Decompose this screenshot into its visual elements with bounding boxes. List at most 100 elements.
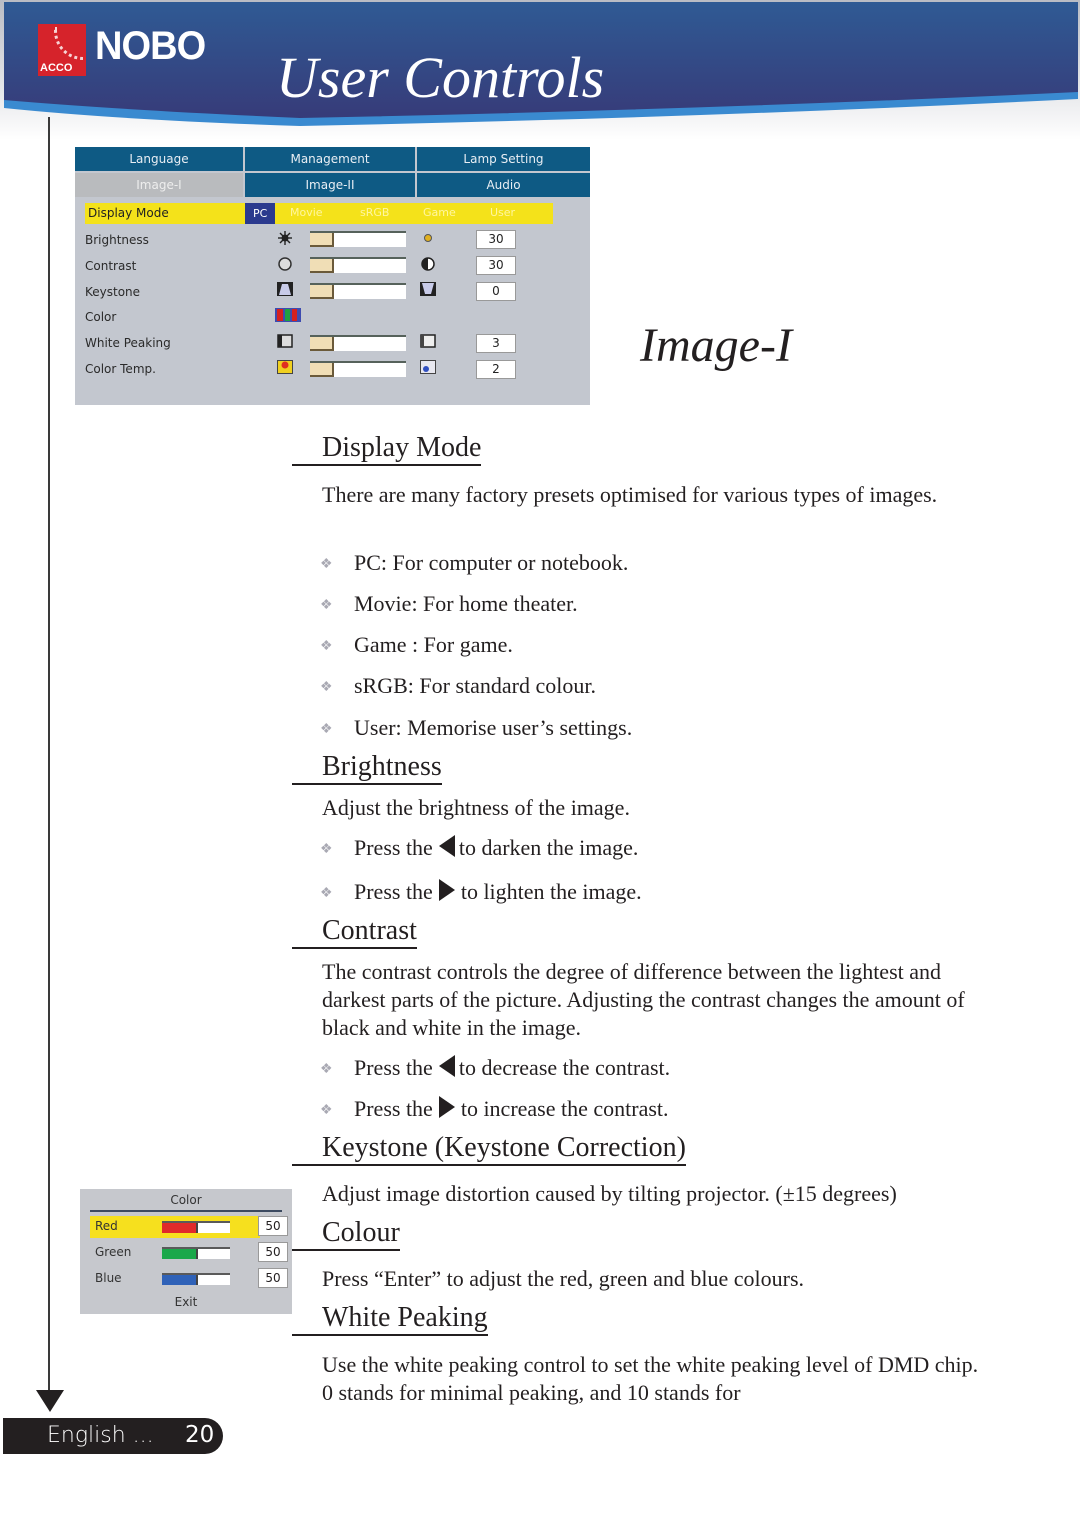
osd-tab-image-i[interactable]: Image-I	[75, 173, 243, 197]
green-value: 50	[258, 1242, 288, 1262]
display-mode-intro: There are many factory presets optimised…	[322, 482, 938, 507]
color-label: Red	[95, 1219, 118, 1233]
diamond-bullet-icon: ❖	[320, 679, 333, 695]
diamond-bullet-icon: ❖	[320, 885, 333, 901]
blue-value: 50	[258, 1268, 288, 1288]
color-submenu-title: Color	[170, 1193, 202, 1207]
red-value: 50	[258, 1216, 288, 1236]
slider-fill	[162, 1249, 198, 1259]
bullet-text: Press the	[354, 1055, 433, 1080]
osd-tab-language[interactable]: Language	[75, 147, 243, 171]
bullet-text: to increase the contrast.	[460, 1096, 669, 1121]
left-arrow-key-icon	[438, 1055, 455, 1077]
bullet-item: ❖ Press the to lighten the image.	[320, 878, 642, 906]
rgb-bars-icon	[275, 308, 301, 322]
peaking-high-icon	[420, 334, 436, 348]
heading-colour: Colour	[292, 1217, 400, 1251]
peaking-low-icon	[277, 334, 293, 348]
heading-keystone: Keystone (Keystone Correction)	[292, 1132, 686, 1166]
osd-row-brightness-label: Brightness	[85, 233, 149, 247]
slider-fill	[162, 1275, 198, 1285]
arrow-down-icon	[36, 1390, 64, 1412]
color-row-blue[interactable]: Blue	[90, 1268, 282, 1290]
footer-language: English ...	[47, 1423, 154, 1448]
contrast-intro: The contrast controls the degree of diff…	[322, 959, 965, 1040]
slider-fill	[310, 363, 334, 377]
color-temp-slider[interactable]	[310, 361, 406, 377]
keystone-slider[interactable]	[310, 283, 406, 299]
page-title: User Controls	[276, 45, 605, 110]
heading-white-peaking: White Peaking	[292, 1302, 488, 1336]
bullet-item: ❖ Press the to decrease the contrast.	[320, 1054, 670, 1082]
keystone-value: 0	[476, 282, 516, 301]
bullet-text: Press the	[354, 879, 433, 904]
display-mode-row[interactable]: Display Mode PC Movie sRGB Game User	[85, 203, 553, 224]
bullet-item: ❖ sRGB: For standard colour.	[320, 672, 596, 700]
heading-brightness: Brightness	[292, 751, 442, 785]
logo-swoosh-icon	[54, 27, 83, 60]
slider-fill	[310, 259, 334, 273]
exit-button[interactable]: Exit	[80, 1295, 292, 1309]
bullet-item: ❖ Press the to darken the image.	[320, 834, 638, 862]
diamond-bullet-icon: ❖	[320, 1102, 333, 1118]
osd-tab-audio[interactable]: Audio	[417, 173, 590, 197]
bullet-item: ❖ Game : For game.	[320, 631, 513, 659]
color-row-red[interactable]: Red	[90, 1216, 260, 1238]
keystone-down-icon	[420, 282, 436, 296]
cool-temp-icon	[420, 360, 436, 374]
osd-row-keystone-label: Keystone	[85, 285, 141, 299]
osd-menu-screenshot: Language Management Lamp Setting Image-I…	[75, 147, 590, 405]
osd-tab-lamp-setting[interactable]: Lamp Setting	[417, 147, 590, 171]
bullet-item: ❖ User: Memorise user’s settings.	[320, 714, 632, 742]
mode-option-game[interactable]: Game	[423, 206, 456, 219]
mode-option-movie[interactable]: Movie	[290, 206, 323, 219]
bullet-text: Movie: For home theater.	[354, 591, 578, 616]
diamond-bullet-icon: ❖	[320, 556, 333, 572]
osd-row-color-temp-label: Color Temp.	[85, 362, 156, 376]
mode-option-pc[interactable]: PC	[245, 203, 276, 224]
keystone-up-icon	[277, 282, 293, 296]
contrast-value: 30	[476, 256, 516, 275]
white-peaking-slider[interactable]	[310, 335, 406, 351]
mode-option-user[interactable]: User	[490, 206, 515, 219]
color-label: Green	[95, 1245, 132, 1259]
contrast-slider[interactable]	[310, 257, 406, 273]
mode-option-srgb[interactable]: sRGB	[360, 206, 389, 219]
brightness-intro: Adjust the brightness of the image.	[322, 795, 630, 820]
divider	[90, 1210, 282, 1212]
bullet-text: to decrease the contrast.	[458, 1055, 671, 1080]
osd-row-color-label[interactable]: Color	[85, 310, 116, 324]
bullet-text: sRGB: For standard colour.	[354, 673, 596, 698]
sun-dim-icon	[278, 231, 292, 245]
bullet-text: User: Memorise user’s settings.	[354, 715, 633, 740]
right-arrow-key-icon	[438, 879, 455, 901]
bullet-text: Press the	[354, 1096, 433, 1121]
diamond-bullet-icon: ❖	[320, 721, 333, 737]
blue-slider[interactable]	[162, 1273, 230, 1285]
sun-bright-icon	[424, 234, 432, 242]
section-title: Image-I	[640, 319, 792, 372]
color-row-green[interactable]: Green	[90, 1242, 282, 1264]
diamond-bullet-icon: ❖	[320, 841, 333, 857]
brightness-slider[interactable]	[310, 231, 406, 247]
red-slider[interactable]	[162, 1221, 230, 1233]
keystone-intro: Adjust image distortion caused by tiltin…	[322, 1181, 897, 1206]
osd-tab-management[interactable]: Management	[245, 147, 415, 171]
white-peaking-value: 3	[476, 334, 516, 353]
diamond-bullet-icon: ❖	[320, 1061, 333, 1077]
color-label: Blue	[95, 1271, 122, 1285]
osd-tab-image-ii[interactable]: Image-II	[245, 173, 415, 197]
acco-label: ACCO	[40, 62, 73, 74]
warm-temp-icon	[277, 360, 293, 374]
heading-display-mode: Display Mode	[292, 432, 482, 466]
brightness-value: 30	[476, 230, 516, 249]
colour-intro: Press “Enter” to adjust the red, green a…	[322, 1266, 805, 1291]
slider-fill	[310, 233, 334, 247]
slider-fill	[310, 337, 334, 351]
right-arrow-key-icon	[438, 1096, 455, 1118]
nobo-logo: NOBO	[95, 24, 206, 68]
green-slider[interactable]	[162, 1247, 230, 1259]
color-submenu-screenshot: Color Red 50 Green 50 Blue 50 Exit	[80, 1189, 292, 1314]
page-number: 20	[185, 1422, 215, 1448]
display-mode-label: Display Mode	[88, 206, 169, 220]
